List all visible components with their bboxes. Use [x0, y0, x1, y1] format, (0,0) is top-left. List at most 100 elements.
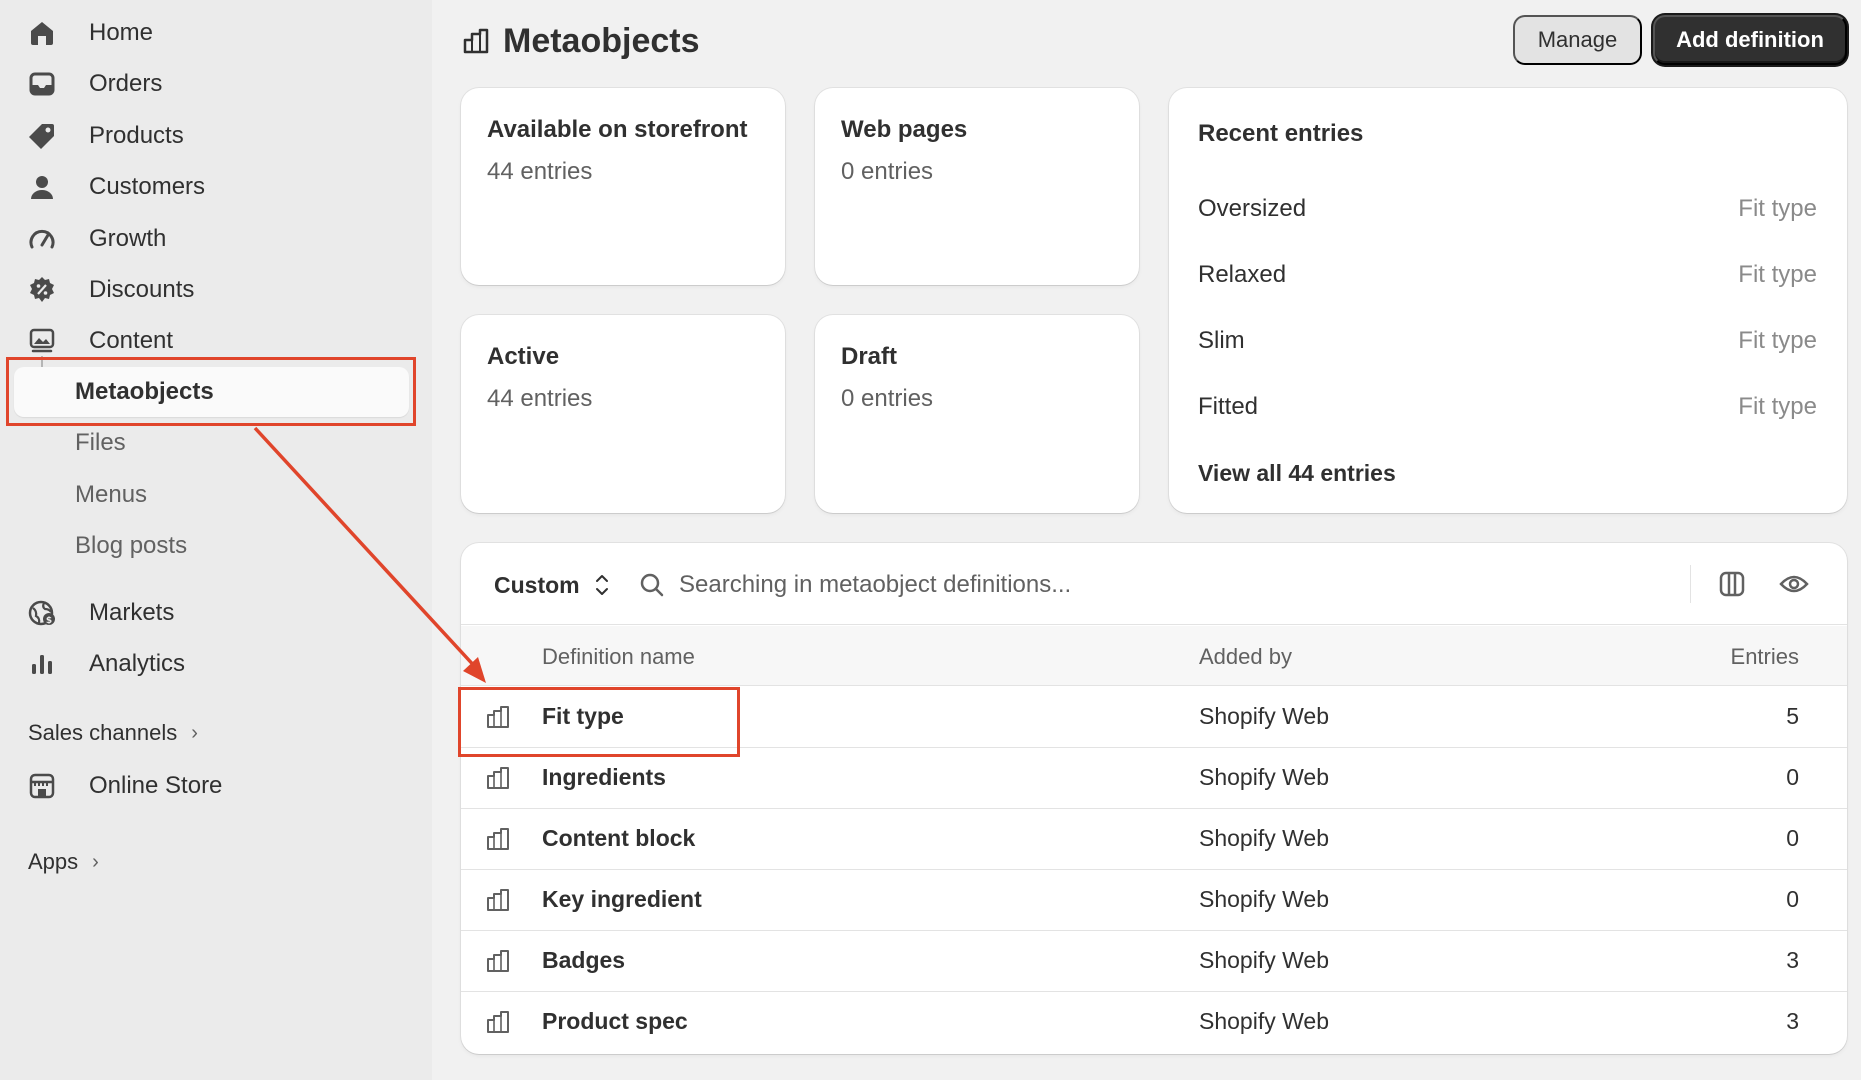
- chevron-right-icon: ›: [191, 721, 198, 744]
- definition-name[interactable]: Content block: [542, 825, 695, 852]
- sidebar-item-analytics[interactable]: Analytics: [14, 639, 409, 689]
- definition-name[interactable]: Product spec: [542, 1008, 688, 1035]
- metaobject-icon: [487, 889, 509, 911]
- columns-icon[interactable]: [1715, 567, 1749, 601]
- person-icon: [28, 173, 56, 201]
- inbox-icon: [28, 70, 56, 98]
- store-icon: [28, 772, 56, 800]
- sidebar-item-menus[interactable]: Menus: [14, 470, 409, 520]
- recent-entry-row[interactable]: Relaxed Fit type: [1198, 255, 1817, 295]
- eye-icon[interactable]: [1777, 567, 1811, 601]
- page-title: Metaobjects: [463, 18, 700, 64]
- tag-icon: [28, 122, 56, 150]
- add-definition-button[interactable]: Add definition: [1653, 15, 1847, 65]
- apps-header[interactable]: Apps ›: [28, 849, 99, 875]
- recent-entry-row[interactable]: Slim Fit type: [1198, 321, 1817, 361]
- added-by: Shopify Web: [1199, 764, 1329, 790]
- stat-title: Web pages: [841, 116, 968, 143]
- stat-title: Available on storefront: [487, 116, 748, 143]
- home-icon: [28, 19, 56, 47]
- column-header-entries[interactable]: Entries: [1731, 644, 1799, 670]
- table-row[interactable]: Content block Shopify Web 0: [461, 809, 1847, 870]
- metaobject-icon: [487, 950, 509, 972]
- sidebar-item-growth[interactable]: Growth: [14, 214, 409, 264]
- stat-card-storefront[interactable]: Available on storefront 44 entries: [461, 88, 785, 285]
- svg-text:$: $: [46, 616, 52, 626]
- definition-name[interactable]: Badges: [542, 947, 625, 974]
- table-row[interactable]: Key ingredient Shopify Web 0: [461, 870, 1847, 931]
- highlight-box-fit-type: [458, 687, 740, 757]
- entries-count: 3: [1786, 1008, 1799, 1034]
- table-row[interactable]: Product spec Shopify Web 3: [461, 992, 1847, 1053]
- sidebar-item-markets[interactable]: $ Markets: [14, 588, 409, 638]
- sidebar-item-label: Blog posts: [75, 532, 188, 559]
- sidebar-item-label: Customers: [89, 173, 206, 200]
- stat-value: 0 entries: [841, 158, 934, 185]
- sidebar-item-label: Files: [75, 429, 126, 456]
- stat-card-active[interactable]: Active 44 entries: [461, 315, 785, 513]
- sort-chevrons-icon: [595, 575, 608, 595]
- sidebar-item-label: Growth: [89, 225, 167, 252]
- definitions-table-card: Custom Definition name Added by Entries …: [461, 543, 1847, 1054]
- column-header-added-by[interactable]: Added by: [1199, 644, 1292, 670]
- added-by: Shopify Web: [1199, 1008, 1329, 1034]
- search-input[interactable]: [679, 571, 1379, 599]
- image-icon: [28, 327, 56, 355]
- table-row[interactable]: Badges Shopify Web 3: [461, 931, 1847, 992]
- sidebar-item-blog-posts[interactable]: Blog posts: [14, 521, 409, 571]
- entry-name: Slim: [1198, 327, 1245, 354]
- recent-entry-row[interactable]: Fitted Fit type: [1198, 387, 1817, 427]
- table-row[interactable]: Ingredients Shopify Web 0: [461, 748, 1847, 809]
- search-icon: [640, 573, 664, 597]
- stat-value: 44 entries: [487, 158, 593, 185]
- globe-icon: $: [28, 599, 56, 627]
- sidebar-item-label: Home: [89, 19, 154, 46]
- metaobject-icon: [463, 28, 489, 54]
- page-title-text: Metaobjects: [503, 21, 700, 60]
- sidebar-item-online-store[interactable]: Online Store: [14, 761, 409, 811]
- column-header-name[interactable]: Definition name: [542, 644, 695, 670]
- chevron-right-icon: ›: [92, 850, 99, 873]
- app-window: Home Orders Products Customers Growth Di…: [0, 0, 1861, 1080]
- recent-entry-row[interactable]: Oversized Fit type: [1198, 189, 1817, 229]
- sidebar-item-discounts[interactable]: Discounts: [14, 265, 409, 315]
- sidebar-item-home[interactable]: Home: [14, 8, 409, 58]
- entries-count: 0: [1786, 886, 1799, 912]
- sidebar-item-customers[interactable]: Customers: [14, 162, 409, 212]
- bar-chart-icon: [28, 650, 56, 678]
- sidebar-item-label: Content: [89, 327, 174, 354]
- sales-channels-header[interactable]: Sales channels ›: [28, 720, 198, 746]
- stat-value: 44 entries: [487, 385, 593, 412]
- entry-name: Fitted: [1198, 393, 1259, 420]
- definition-name[interactable]: Key ingredient: [542, 886, 702, 913]
- stat-card-web-pages[interactable]: Web pages 0 entries: [815, 88, 1139, 285]
- entry-type: Fit type: [1738, 195, 1817, 222]
- section-label: Sales channels: [28, 720, 178, 745]
- sidebar: Home Orders Products Customers Growth Di…: [0, 0, 432, 1080]
- manage-button[interactable]: Manage: [1513, 15, 1642, 65]
- sort-label: Custom: [494, 571, 580, 598]
- metaobject-icon: [487, 767, 509, 789]
- sidebar-item-orders[interactable]: Orders: [14, 59, 409, 109]
- metaobject-icon: [487, 1011, 509, 1033]
- added-by: Shopify Web: [1199, 825, 1329, 851]
- entry-name: Relaxed: [1198, 261, 1287, 288]
- definition-name[interactable]: Ingredients: [542, 764, 666, 791]
- metaobject-icon: [487, 828, 509, 850]
- view-all-entries-link[interactable]: View all 44 entries: [1198, 460, 1396, 487]
- discount-icon: [28, 276, 56, 304]
- added-by: Shopify Web: [1199, 886, 1329, 912]
- gauge-icon: [28, 225, 56, 253]
- stat-title: Active: [487, 343, 560, 370]
- highlight-box-metaobjects: [6, 357, 416, 426]
- entries-count: 5: [1786, 703, 1799, 729]
- search-bar: [639, 563, 1379, 607]
- sort-select[interactable]: Custom: [494, 563, 610, 607]
- stat-card-draft[interactable]: Draft 0 entries: [815, 315, 1139, 513]
- sidebar-item-products[interactable]: Products: [14, 111, 409, 161]
- table-header: Definition name Added by Entries: [461, 626, 1847, 686]
- entries-count: 3: [1786, 947, 1799, 973]
- recent-entries-title: Recent entries: [1198, 120, 1364, 147]
- recent-entries-card: Recent entries Oversized Fit type Relaxe…: [1169, 88, 1847, 513]
- sidebar-item-label: Online Store: [89, 772, 223, 799]
